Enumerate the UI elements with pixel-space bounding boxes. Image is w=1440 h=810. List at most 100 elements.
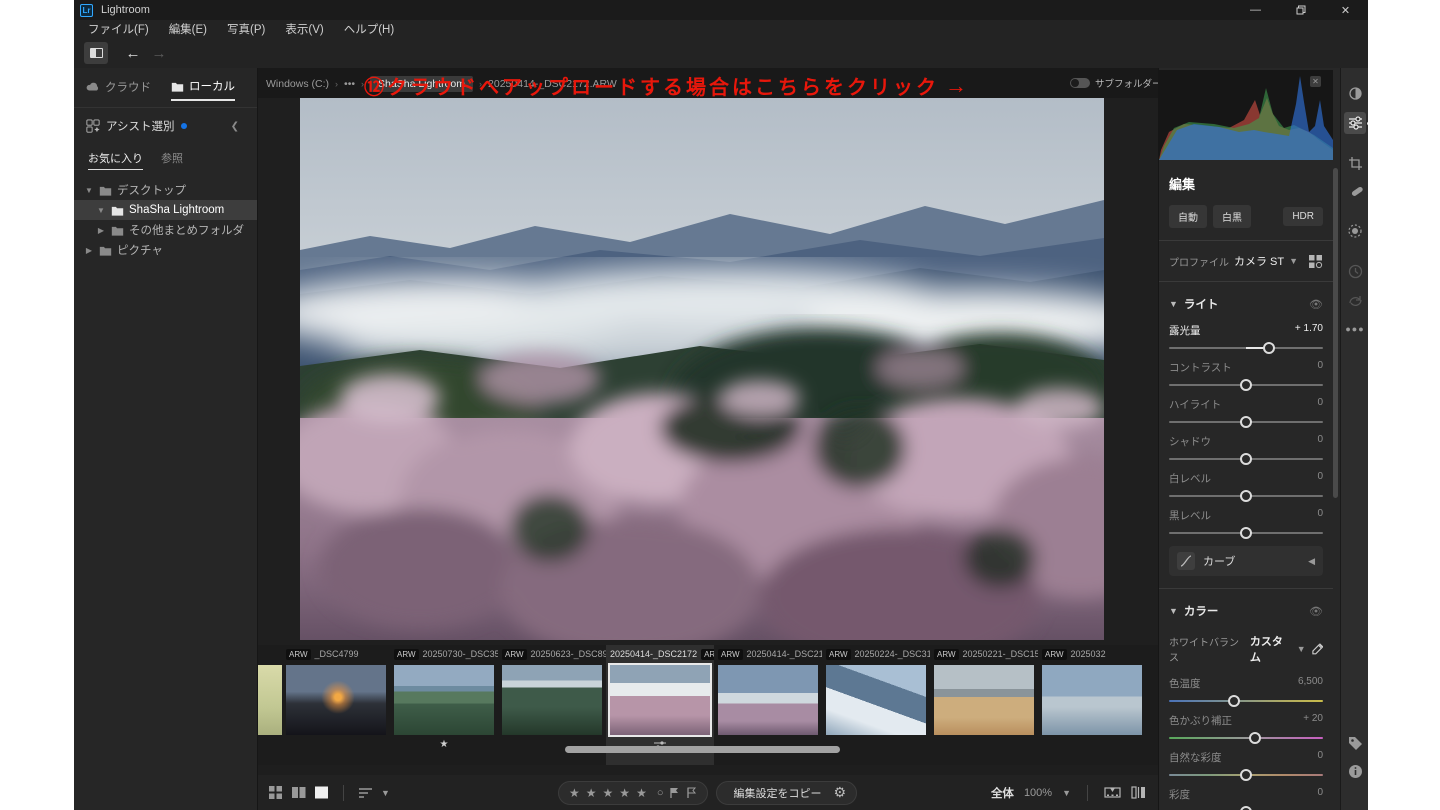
sync-icon[interactable] (1344, 290, 1366, 312)
color-section-header[interactable]: ▼ カラー 👁 (1169, 603, 1323, 619)
pick-flag-icon[interactable] (669, 787, 680, 799)
close-button[interactable]: ✕ (1323, 0, 1368, 20)
panel-toggle-button[interactable] (84, 42, 108, 64)
presets-icon[interactable] (1344, 82, 1366, 104)
chevron-right-icon[interactable]: ▶ (96, 226, 106, 235)
star-icon[interactable]: ★ (603, 786, 614, 800)
slider-knob[interactable] (1240, 769, 1252, 781)
menu-file[interactable]: ファイル(F) (78, 21, 159, 37)
bw-button[interactable]: 白黒 (1213, 205, 1251, 228)
panel-scrollbar[interactable] (1333, 168, 1338, 498)
tree-item-other-folder[interactable]: ▶ その他まとめフォルダ (74, 220, 257, 240)
breadcrumb-file[interactable]: 20250414-_DSC2172.ARW (488, 78, 617, 90)
toggle-switch[interactable] (1070, 78, 1090, 88)
star-icon[interactable]: ★ (619, 786, 630, 800)
histogram-close-icon[interactable]: ✕ (1310, 76, 1321, 87)
menu-help[interactable]: ヘルプ(H) (334, 21, 404, 37)
filmstrip-item[interactable]: ARW20250221-_DSC1504 (930, 645, 1038, 765)
thumbnail[interactable] (826, 665, 926, 735)
thumbnail[interactable] (286, 665, 386, 735)
tab-cloud[interactable]: クラウド (86, 78, 151, 101)
filmstrip-scrollbar[interactable] (565, 746, 840, 753)
chevron-down-icon[interactable]: ▼ (1289, 256, 1298, 266)
color-label-icon[interactable]: ○ (657, 787, 664, 799)
chevron-right-icon[interactable]: ▶ (84, 246, 94, 255)
more-tools-icon[interactable]: ●●● (1344, 318, 1366, 340)
hdr-button[interactable]: HDR (1283, 207, 1323, 226)
slider-knob[interactable] (1240, 527, 1252, 539)
zoom-mode-label[interactable]: 全体 (991, 785, 1014, 801)
profile-row[interactable]: プロファイル カメラ ST ▼ (1169, 253, 1323, 269)
slider-knob[interactable] (1240, 806, 1252, 810)
slider-knob[interactable] (1227, 695, 1240, 707)
zoom-value[interactable]: 100% (1024, 787, 1052, 799)
star-icon[interactable]: ★ (569, 786, 580, 800)
forward-button[interactable]: → (148, 42, 170, 64)
gear-icon[interactable]: ⚙ (833, 784, 846, 801)
eyedropper-icon[interactable] (1311, 642, 1323, 656)
slider-knob[interactable] (1240, 379, 1252, 391)
auto-button[interactable]: 自動 (1169, 205, 1207, 228)
star-icon[interactable]: ★ (586, 786, 597, 800)
thumbnail-selected[interactable] (608, 663, 712, 737)
minimize-button[interactable]: — (1233, 0, 1278, 20)
crop-tool-icon[interactable] (1344, 152, 1366, 174)
chevron-down-icon[interactable]: ▼ (381, 788, 390, 798)
collapse-sidebar-icon[interactable]: ❮ (231, 121, 239, 132)
masking-tool-icon[interactable] (1344, 220, 1366, 242)
assist-culling-row[interactable]: アシスト選別 ❮ (74, 108, 257, 142)
healing-tool-icon[interactable] (1344, 180, 1366, 202)
visibility-eye-icon[interactable]: 👁 (1309, 605, 1323, 618)
back-button[interactable]: ← (122, 42, 144, 64)
keywords-tag-icon[interactable] (1344, 732, 1366, 754)
compare-view-icon[interactable] (291, 785, 306, 800)
grid-view-icon[interactable] (268, 785, 283, 800)
slider-knob[interactable] (1240, 416, 1252, 428)
thumbnail[interactable] (934, 665, 1034, 735)
chevron-down-icon[interactable]: ▼ (1062, 788, 1071, 798)
tab-browse[interactable]: 参照 (161, 150, 183, 170)
thumbnail[interactable] (1042, 665, 1142, 735)
tree-item-pictures[interactable]: ▶ ピクチャ (74, 240, 257, 260)
tree-item-desktop[interactable]: ▼ デスクトップ (74, 180, 257, 200)
visibility-eye-icon[interactable]: 👁 (1309, 298, 1323, 311)
copy-settings-button[interactable]: 編集設定をコピー (727, 785, 827, 801)
slider-knob[interactable] (1240, 490, 1252, 502)
chevron-down-icon[interactable]: ▼ (84, 186, 94, 195)
chevron-down-icon[interactable]: ▼ (96, 206, 106, 215)
breadcrumb-root[interactable]: Windows (C:) (266, 78, 329, 90)
menu-photo[interactable]: 写真(P) (217, 21, 275, 37)
profile-browser-icon[interactable] (1308, 254, 1323, 269)
filmstrip-clipped-thumb[interactable] (258, 665, 282, 735)
detail-view-icon[interactable] (314, 785, 329, 800)
tree-item-shasha-lightroom[interactable]: ▼ ShaSha Lightroom (74, 200, 257, 220)
slider-knob[interactable] (1240, 453, 1252, 465)
chevron-down-icon[interactable]: ▼ (1297, 644, 1306, 654)
thumbnail[interactable] (718, 665, 818, 735)
sort-icon[interactable] (358, 787, 373, 799)
tab-favorites[interactable]: お気に入り (88, 150, 143, 170)
thumbnail[interactable] (394, 665, 494, 735)
filmstrip-item[interactable]: ARW _DSC4799 (282, 645, 390, 765)
expand-left-icon[interactable]: ◀ (1308, 556, 1315, 567)
breadcrumb-folder[interactable]: ShaSha Lightroom (370, 76, 474, 92)
menu-view[interactable]: 表示(V) (275, 21, 333, 37)
thumbnail[interactable] (502, 665, 602, 735)
star-icon[interactable]: ★ (636, 786, 647, 800)
light-section-header[interactable]: ▼ ライト 👁 (1169, 296, 1323, 312)
menu-edit[interactable]: 編集(E) (159, 21, 217, 37)
breadcrumb-ellipsis[interactable]: ••• (344, 78, 355, 90)
before-after-icon[interactable] (1131, 786, 1146, 799)
slider-knob[interactable] (1263, 342, 1276, 354)
reject-flag-icon[interactable] (686, 787, 697, 799)
versions-icon[interactable] (1344, 260, 1366, 282)
slider-knob[interactable] (1249, 732, 1262, 744)
white-balance-row[interactable]: ホワイトバランス カスタム ▼ (1169, 633, 1323, 665)
filmstrip-toggle-icon[interactable] (1104, 786, 1121, 799)
filmstrip-item[interactable]: ARW 2025032 (1038, 645, 1146, 765)
info-icon[interactable] (1344, 760, 1366, 782)
histogram[interactable]: ✕ (1159, 70, 1333, 160)
restore-button[interactable] (1278, 0, 1323, 20)
main-photo[interactable] (300, 98, 1104, 640)
tab-local[interactable]: ローカル (171, 78, 235, 101)
